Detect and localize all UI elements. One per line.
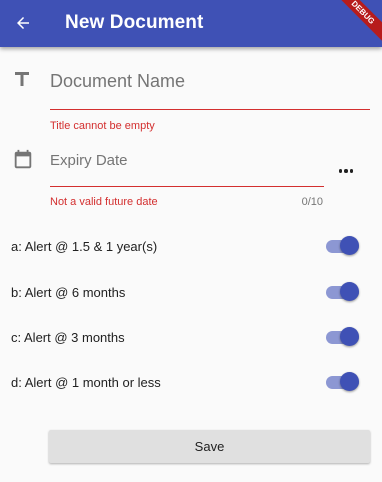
back-button[interactable] xyxy=(9,9,37,37)
expiry-error-text: Not a valid future date xyxy=(50,196,158,208)
alert-switch-c[interactable] xyxy=(326,326,360,348)
title-error-text: Title cannot be empty xyxy=(50,120,155,132)
calendar-icon xyxy=(14,149,32,169)
alert-label-d: d: Alert @ 1 month or less xyxy=(11,375,161,390)
more-horiz-icon xyxy=(338,169,354,173)
app-bar: New Document DEBUG xyxy=(0,0,382,47)
expiry-underline xyxy=(50,186,324,187)
document-name-input[interactable]: Document Name xyxy=(50,70,368,92)
alert-switch-d[interactable] xyxy=(326,371,360,393)
page-title: New Document xyxy=(65,12,204,33)
alert-label-b: b: Alert @ 6 months xyxy=(11,285,126,300)
save-button[interactable]: Save xyxy=(49,430,370,463)
switch-thumb xyxy=(340,327,359,346)
text-fields-icon xyxy=(15,72,29,86)
alert-label-a: a: Alert @ 1.5 & 1 year(s) xyxy=(11,239,158,254)
arrow-back-icon xyxy=(17,17,29,29)
switch-thumb xyxy=(340,282,359,301)
switch-thumb xyxy=(340,372,359,391)
alert-switch-a[interactable] xyxy=(326,235,360,257)
alert-label-c: c: Alert @ 3 months xyxy=(11,330,125,345)
character-counter: 0/10 xyxy=(301,196,323,208)
date-picker-button[interactable] xyxy=(333,160,359,182)
title-underline xyxy=(50,109,370,110)
switch-thumb xyxy=(340,236,359,255)
expiry-date-input[interactable]: Expiry Date xyxy=(50,152,324,170)
alert-switch-b[interactable] xyxy=(326,281,360,303)
debug-banner: DEBUG xyxy=(326,0,382,47)
